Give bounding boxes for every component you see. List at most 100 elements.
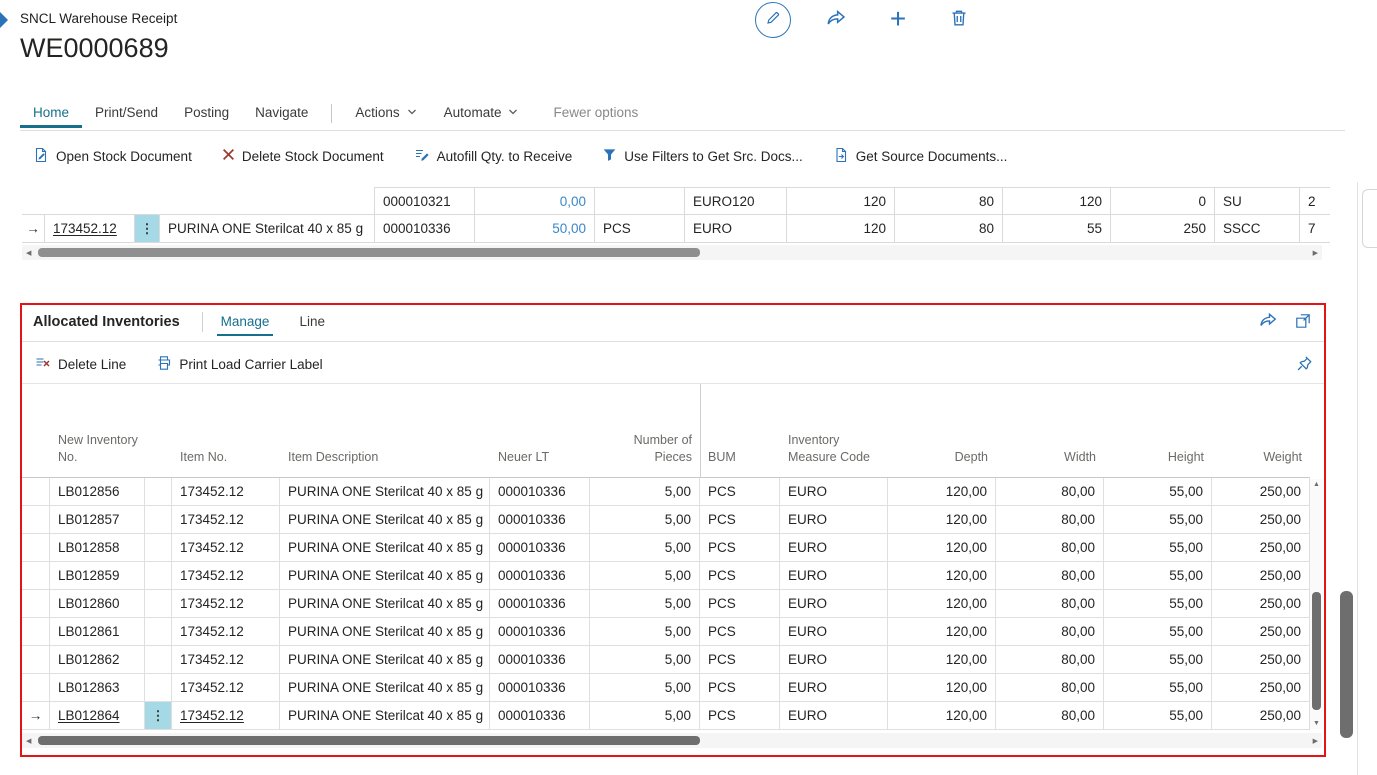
cell-height[interactable]: 55: [1003, 215, 1111, 243]
open-in-new-window-button[interactable]: [1294, 312, 1312, 335]
cell-uom[interactable]: PCS: [595, 215, 685, 243]
cell-measure-code[interactable]: EURO120: [685, 187, 787, 215]
row-options-icon[interactable]: ⋮: [135, 215, 160, 243]
cell-measure-code[interactable]: EURO: [685, 215, 787, 243]
cell-item-no[interactable]: 173452.12: [172, 674, 280, 702]
nav-back-indicator-icon[interactable]: [0, 12, 8, 28]
row-indicator-cell[interactable]: [22, 590, 50, 618]
part-share-button[interactable]: [1258, 311, 1278, 336]
cell-height[interactable]: 120: [1003, 187, 1111, 215]
row-indicator-cell[interactable]: [22, 562, 50, 590]
cell-inventory-measure-code[interactable]: EURO: [780, 506, 888, 534]
cell-width[interactable]: 80,00: [996, 534, 1104, 562]
row-options-cell[interactable]: [145, 646, 172, 674]
row-indicator-cell[interactable]: [22, 646, 50, 674]
cell-neuer-lt[interactable]: 000010336: [490, 590, 590, 618]
tab-line[interactable]: Line: [295, 308, 329, 336]
cell-item-no[interactable]: 173452.12: [172, 618, 280, 646]
header-height[interactable]: Height: [1104, 384, 1212, 477]
cell-bum[interactable]: PCS: [700, 562, 780, 590]
new-button[interactable]: +: [884, 2, 912, 36]
row-options-cell[interactable]: [145, 618, 172, 646]
cell-weight[interactable]: 250,00: [1212, 478, 1310, 506]
cell-height[interactable]: 55,00: [1104, 618, 1212, 646]
cell-weight[interactable]: 250,00: [1212, 590, 1310, 618]
allocated-table-row[interactable]: LB012858173452.12PURINA ONE Sterilcat 40…: [22, 534, 1310, 562]
scroll-up-icon[interactable]: ▲: [1313, 481, 1320, 488]
row-indicator-cell[interactable]: [22, 618, 50, 646]
cell-item-description[interactable]: PURINA ONE Sterilcat 40 x 85 g: [160, 215, 375, 243]
row-options-cell[interactable]: [145, 674, 172, 702]
scroll-right-icon[interactable]: ▶: [1313, 249, 1318, 257]
cell-depth[interactable]: 120,00: [888, 478, 996, 506]
cell-new-inventory-no[interactable]: LB012862: [50, 646, 145, 674]
cell-inventory-measure-code[interactable]: EURO: [780, 618, 888, 646]
cell-neuer-lt[interactable]: 000010321: [375, 187, 475, 215]
cell-depth[interactable]: 120,00: [888, 534, 996, 562]
allocated-table-row[interactable]: LB012859173452.12PURINA ONE Sterilcat 40…: [22, 562, 1310, 590]
allocated-grid-hscrollbar[interactable]: ◀ ▶: [22, 733, 1322, 748]
cell-depth[interactable]: 120,00: [888, 646, 996, 674]
row-indicator-cell[interactable]: [22, 534, 50, 562]
allocated-table-row[interactable]: LB012860173452.12PURINA ONE Sterilcat 40…: [22, 590, 1310, 618]
cell-new-inventory-no[interactable]: LB012857: [50, 506, 145, 534]
hscroll-thumb[interactable]: [38, 248, 700, 257]
allocated-table-row[interactable]: LB012862173452.12PURINA ONE Sterilcat 40…: [22, 646, 1310, 674]
pin-button[interactable]: [1296, 355, 1313, 377]
cell-width[interactable]: 80: [895, 215, 1003, 243]
cell-item-description[interactable]: PURINA ONE Sterilcat 40 x 85 g: [280, 618, 490, 646]
cell-number-of-pieces[interactable]: 5,00: [590, 674, 700, 702]
page-vscroll-thumb[interactable]: [1340, 591, 1353, 738]
autofill-qty-button[interactable]: Autofill Qty. to Receive: [414, 147, 573, 166]
cell-depth[interactable]: 120,00: [888, 506, 996, 534]
cell-inventory-measure-code[interactable]: EURO: [780, 646, 888, 674]
cell-number-of-pieces[interactable]: 5,00: [590, 590, 700, 618]
cell-depth[interactable]: 120,00: [888, 618, 996, 646]
menu-actions[interactable]: Actions: [342, 99, 430, 128]
cell-number-of-pieces[interactable]: 5,00: [590, 562, 700, 590]
use-filters-button[interactable]: Use Filters to Get Src. Docs...: [602, 147, 803, 165]
row-indicator-cell[interactable]: [22, 674, 50, 702]
vscroll-thumb[interactable]: [1312, 592, 1321, 710]
cell-item-no[interactable]: 173452.12: [172, 702, 280, 730]
cell-neuer-lt[interactable]: 000010336: [490, 562, 590, 590]
cell-neuer-lt[interactable]: 000010336: [375, 215, 475, 243]
header-weight[interactable]: Weight: [1212, 384, 1310, 477]
cell-bum[interactable]: PCS: [700, 702, 780, 730]
cell-weight[interactable]: 250,00: [1212, 562, 1310, 590]
cell-clipped[interactable]: 7: [1300, 215, 1330, 243]
cell-depth[interactable]: 120,00: [888, 562, 996, 590]
header-neuer-lt[interactable]: Neuer LT: [490, 384, 590, 477]
allocated-table-row[interactable]: LB012861173452.12PURINA ONE Sterilcat 40…: [22, 618, 1310, 646]
cell-width[interactable]: 80,00: [996, 590, 1104, 618]
print-load-carrier-label-button[interactable]: Print Load Carrier Label: [156, 355, 322, 374]
cell-inventory-measure-code[interactable]: EURO: [780, 674, 888, 702]
cell-number-of-pieces[interactable]: 5,00: [590, 646, 700, 674]
header-number-of-pieces[interactable]: Number ofPieces: [590, 384, 700, 477]
cell-width[interactable]: 80,00: [996, 506, 1104, 534]
cell-item-description[interactable]: PURINA ONE Sterilcat 40 x 85 g: [280, 534, 490, 562]
header-bum[interactable]: BUM: [700, 384, 780, 477]
cell-height[interactable]: 55,00: [1104, 646, 1212, 674]
cell-number-of-pieces[interactable]: 5,00: [590, 618, 700, 646]
cell-weight[interactable]: 250,00: [1212, 674, 1310, 702]
cell-weight[interactable]: 250,00: [1212, 534, 1310, 562]
tab-print-send[interactable]: Print/Send: [82, 99, 171, 128]
get-source-documents-button[interactable]: Get Source Documents...: [833, 147, 1008, 166]
cell-new-inventory-no[interactable]: LB012856: [50, 478, 145, 506]
cell-inventory-measure-code[interactable]: EURO: [780, 534, 888, 562]
allocated-grid-vscrollbar[interactable]: ▲ ▼: [1310, 479, 1323, 729]
tab-home[interactable]: Home: [20, 99, 82, 128]
cell-item-description[interactable]: PURINA ONE Sterilcat 40 x 85 g: [280, 562, 490, 590]
cell-neuer-lt[interactable]: 000010336: [490, 674, 590, 702]
cell-item-description[interactable]: PURINA ONE Sterilcat 40 x 85 g: [280, 702, 490, 730]
tab-manage[interactable]: Manage: [217, 308, 274, 336]
tab-navigate[interactable]: Navigate: [242, 99, 321, 128]
header-width[interactable]: Width: [996, 384, 1104, 477]
cell-width[interactable]: 80,00: [996, 478, 1104, 506]
cell-depth[interactable]: 120: [787, 215, 895, 243]
row-options-cell[interactable]: ⋮: [145, 702, 172, 730]
receipt-line-row[interactable]: → 173452.12 ⋮ PURINA ONE Sterilcat 40 x …: [22, 215, 1330, 243]
cell-bum[interactable]: PCS: [700, 590, 780, 618]
edit-button[interactable]: [755, 2, 791, 38]
